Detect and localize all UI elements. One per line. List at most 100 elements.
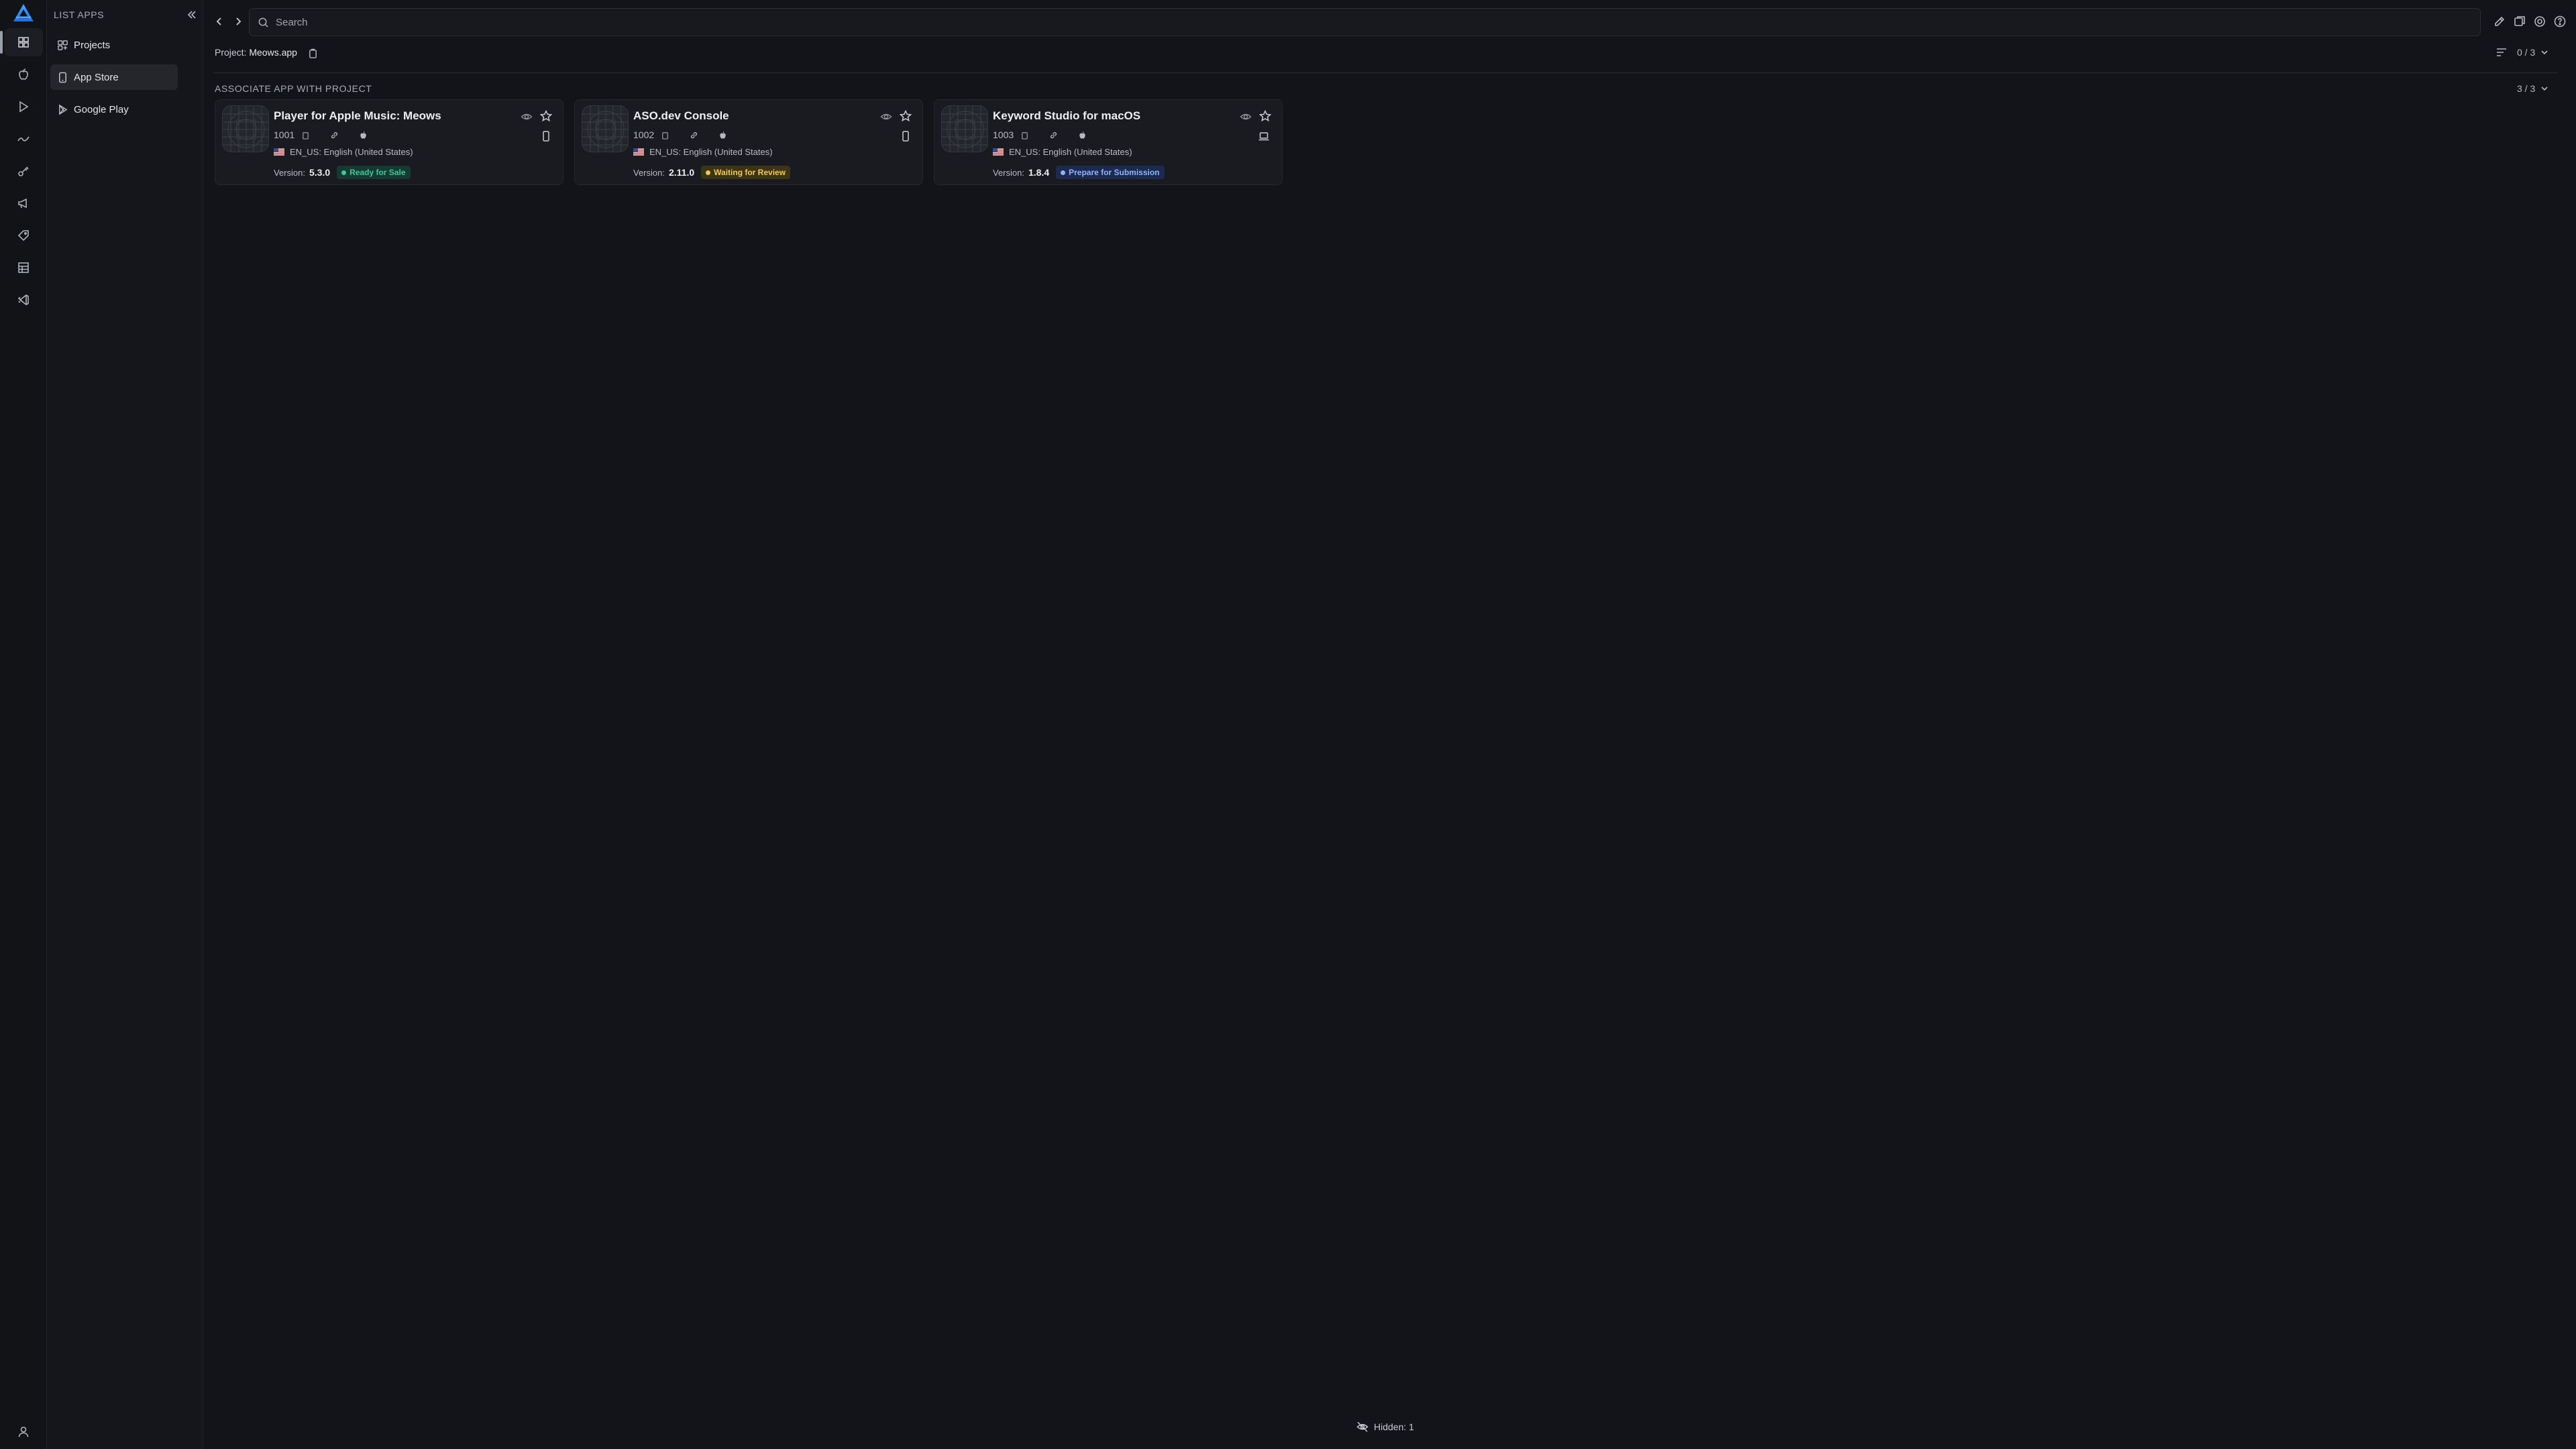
app-version-row: Version: 5.3.0 Ready for Sale	[274, 166, 411, 179]
locale-text: EN_US: English (United States)	[290, 147, 413, 157]
projects-icon	[58, 40, 68, 50]
app-version-row: Version: 2.11.0 Waiting for Review	[633, 166, 791, 179]
status-text: Ready for Sale	[350, 168, 406, 177]
rail-megaphone-button[interactable]	[4, 189, 43, 217]
app-window: LIST APPS Projects App Store Google Play…	[0, 0, 2576, 1449]
logo-icon[interactable]	[12, 3, 35, 23]
link-icon[interactable]	[690, 131, 698, 140]
section-title: ASSOCIATE APP WITH PROJECT	[215, 83, 372, 94]
rail-trend-button[interactable]	[4, 125, 43, 153]
version-value: 2.11.0	[668, 167, 695, 178]
star-icon[interactable]	[900, 110, 912, 122]
user-icon[interactable]	[17, 1425, 30, 1438]
sidebar-item-label: Projects	[74, 39, 111, 51]
sort-icon[interactable]	[2496, 47, 2508, 58]
eye-icon[interactable]	[1240, 111, 1252, 123]
star-icon[interactable]	[1259, 110, 1271, 122]
app-version-row: Version: 1.8.4 Prepare for Submission	[993, 166, 1165, 179]
version-label: Version:	[274, 167, 305, 178]
rail-tag-button[interactable]	[4, 221, 43, 250]
icon-rail	[0, 0, 47, 1449]
eye-icon[interactable]	[521, 111, 533, 123]
version-label: Version:	[993, 167, 1024, 178]
hidden-count-text: Hidden: 1	[1374, 1421, 1414, 1432]
us-flag-icon	[274, 148, 284, 156]
project-name: Meows.app	[249, 47, 297, 58]
rail-key-button[interactable]	[4, 157, 43, 185]
refresh-icon[interactable]	[2513, 15, 2526, 28]
app-locale: EN_US: English (United States)	[274, 147, 413, 157]
key-icon	[18, 166, 29, 176]
version-value: 5.3.0	[309, 167, 331, 178]
filter-count[interactable]: 0 / 3	[2517, 47, 2548, 58]
app-icon-placeholder	[222, 105, 269, 152]
laptop-icon	[1258, 132, 1269, 141]
star-icon[interactable]	[540, 110, 552, 122]
locale-text: EN_US: English (United States)	[649, 147, 773, 157]
copy-id-icon[interactable]	[1020, 131, 1029, 140]
hidden-count-button[interactable]: Hidden: 1	[1356, 1421, 1414, 1433]
app-id: 1001	[274, 129, 295, 140]
app-meta: 1001	[274, 129, 368, 140]
collapse-sidebar-icon[interactable]	[186, 9, 198, 21]
section-divider	[213, 72, 2558, 73]
edit-icon[interactable]	[2493, 15, 2506, 28]
app-meta: 1003	[993, 129, 1087, 140]
sidebar-item-app-store[interactable]: App Store	[50, 64, 178, 90]
rail-apple-button[interactable]	[4, 60, 43, 89]
rail-play-button[interactable]	[4, 93, 43, 121]
sidebar-title: LIST APPS	[54, 9, 105, 20]
section-count[interactable]: 3 / 3	[2517, 83, 2548, 94]
app-card[interactable]: ASO.dev Console 1002 EN_US: English (Uni…	[574, 99, 923, 185]
search-bar[interactable]	[249, 8, 2481, 36]
app-locale: EN_US: English (United States)	[993, 147, 1132, 157]
sidebar-item-projects[interactable]: Projects	[50, 32, 178, 58]
app-locale: EN_US: English (United States)	[633, 147, 773, 157]
app-card[interactable]: Keyword Studio for macOS 1003 EN_US: Eng…	[934, 99, 1283, 185]
locale-text: EN_US: English (United States)	[1009, 147, 1132, 157]
apple-icon	[720, 131, 726, 139]
copy-id-icon[interactable]	[301, 131, 310, 140]
app-id: 1003	[993, 129, 1014, 140]
search-icon	[258, 17, 268, 28]
section-count-text: 3 / 3	[2517, 83, 2536, 94]
rail-table-button[interactable]	[4, 254, 43, 282]
status-dot	[1061, 170, 1066, 175]
app-icon-placeholder	[941, 105, 988, 152]
us-flag-icon	[993, 148, 1004, 156]
apple-icon	[19, 68, 28, 80]
status-dot	[706, 170, 711, 175]
filter-count-text: 0 / 3	[2517, 47, 2536, 58]
forward-arrow-icon[interactable]	[232, 15, 244, 28]
chevron-down-icon	[2541, 50, 2548, 55]
app-card[interactable]: Player for Apple Music: Meows 1001 EN_US…	[215, 99, 564, 185]
sidebar-item-label: App Store	[74, 71, 119, 83]
copy-icon[interactable]	[308, 48, 318, 58]
app-meta: 1002	[633, 129, 727, 140]
app-name: Player for Apple Music: Meows	[274, 109, 441, 122]
link-icon[interactable]	[1049, 131, 1058, 140]
chevron-down-icon	[2541, 87, 2548, 91]
search-input[interactable]	[276, 16, 2288, 28]
settings-icon[interactable]	[2533, 15, 2546, 28]
project-label: Project: Meows.app	[215, 47, 297, 58]
apple-icon	[1079, 131, 1085, 139]
link-icon[interactable]	[330, 131, 339, 140]
us-flag-icon	[633, 148, 644, 156]
help-icon[interactable]	[2553, 15, 2567, 28]
app-name: Keyword Studio for macOS	[993, 109, 1141, 122]
phone-icon	[543, 131, 549, 142]
status-badge: Waiting for Review	[701, 166, 791, 179]
version-value: 1.8.4	[1028, 167, 1050, 178]
rail-vscode-button[interactable]	[4, 286, 43, 314]
app-icon-placeholder	[582, 105, 629, 152]
rail-grid-button[interactable]	[0, 28, 43, 56]
copy-id-icon[interactable]	[661, 131, 669, 140]
eye-off-icon	[1356, 1421, 1368, 1432]
sidebar-item-google-play[interactable]: Google Play	[50, 97, 178, 122]
back-arrow-icon[interactable]	[213, 15, 225, 28]
app-name: ASO.dev Console	[633, 109, 729, 122]
phone-icon	[902, 131, 909, 142]
status-badge: Ready for Sale	[337, 166, 411, 179]
eye-icon[interactable]	[880, 111, 892, 123]
